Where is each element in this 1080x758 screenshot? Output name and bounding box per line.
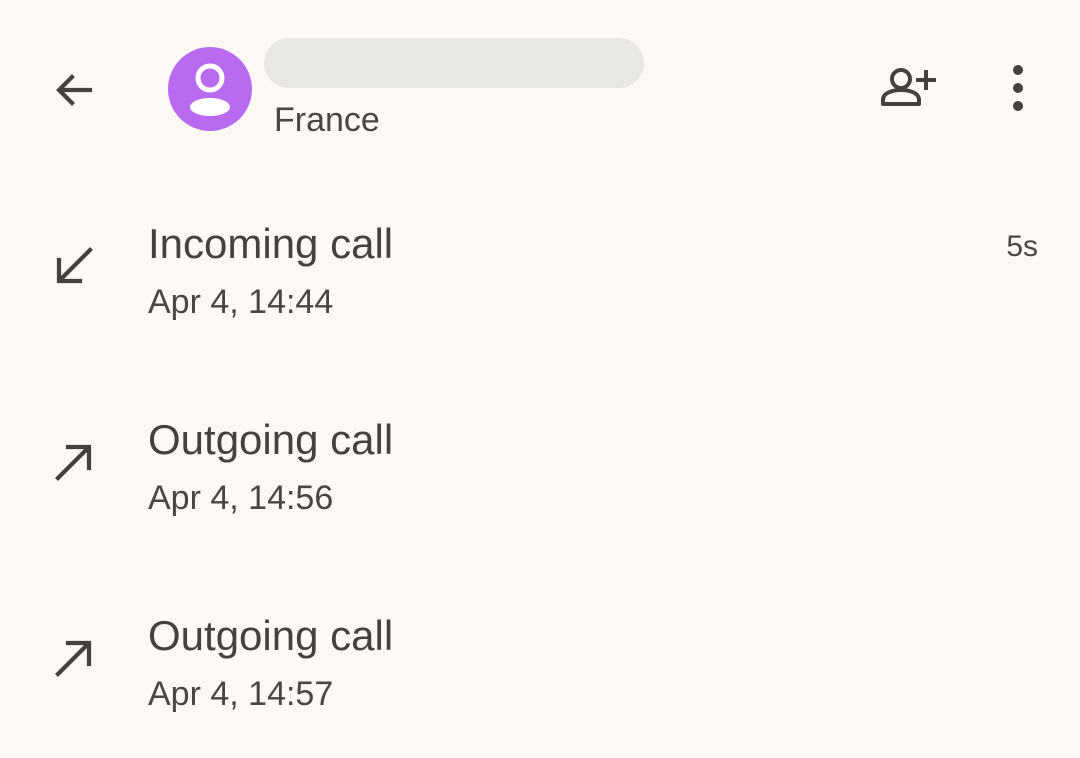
call-made-icon (46, 630, 102, 686)
back-button[interactable] (44, 60, 104, 120)
call-duration: 5s (1006, 230, 1038, 263)
contact-avatar[interactable] (168, 47, 252, 131)
call-type-label: Incoming call (148, 220, 394, 267)
more-options-button[interactable] (990, 58, 1046, 118)
contact-location: France (274, 101, 380, 139)
call-type-label: Outgoing call (148, 612, 394, 659)
call-timestamp: Apr 4, 14:44 (148, 283, 334, 321)
call-timestamp: Apr 4, 14:57 (148, 675, 334, 713)
add-contact-button[interactable] (872, 58, 942, 118)
call-row[interactable]: Outgoing call Apr 4, 14:56 (0, 366, 1080, 562)
call-received-icon (46, 238, 102, 294)
call-row[interactable]: Incoming call Apr 4, 14:44 5s (0, 170, 1080, 366)
call-timestamp: Apr 4, 14:56 (148, 479, 334, 517)
call-made-icon (46, 434, 102, 490)
person-icon (190, 63, 230, 116)
call-type-label: Outgoing call (148, 416, 394, 463)
call-row[interactable]: Outgoing call Apr 4, 14:57 (0, 562, 1080, 758)
contact-name-redacted (264, 38, 644, 88)
app-header: France (0, 0, 1080, 170)
person-add-icon (881, 68, 936, 106)
arrow-back-icon (56, 74, 93, 106)
more-vert-icon (1013, 65, 1023, 111)
